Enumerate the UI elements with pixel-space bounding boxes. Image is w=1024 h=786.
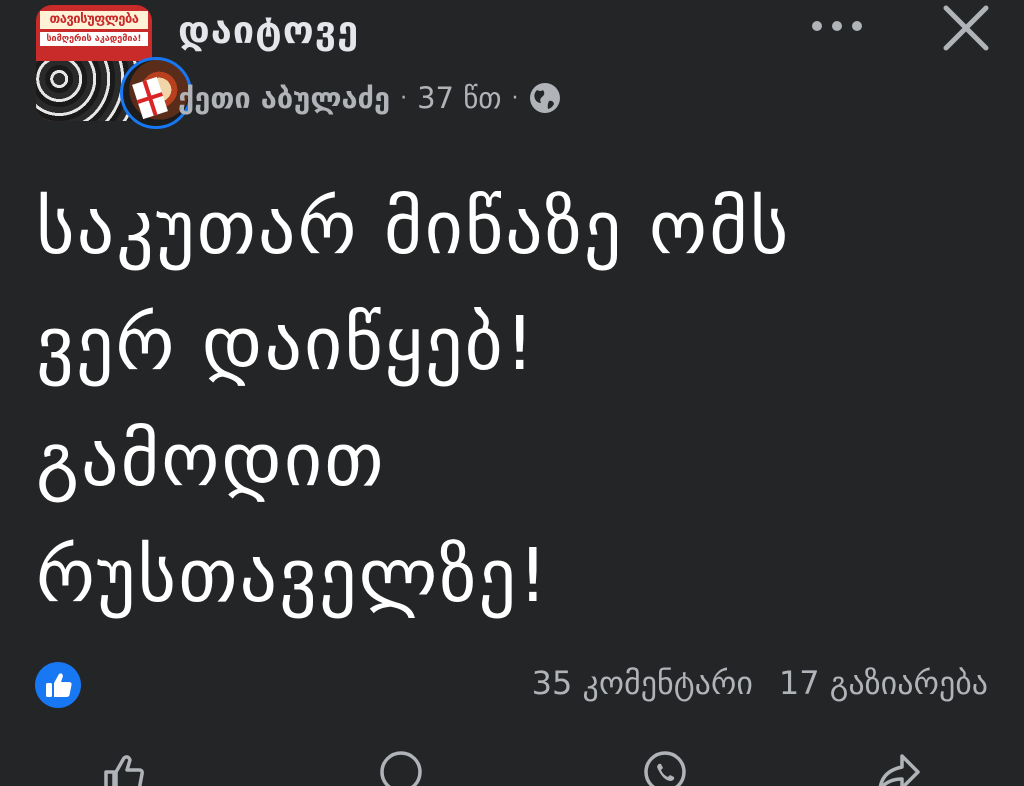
meta-separator: · [511, 85, 519, 111]
meta-separator: · [400, 85, 408, 111]
like-icon[interactable] [98, 748, 148, 786]
group-avatar-title: თავისუფლება [40, 11, 148, 29]
post-text-line: საკუთარ მიწაზე ომს [36, 185, 791, 271]
shares-count[interactable]: 17 გაზიარება [779, 664, 988, 702]
flag-image [132, 76, 168, 120]
author-name[interactable]: ქეთი აბულაძე [178, 81, 390, 115]
post-text-line: ვერ დაიწყებ! [36, 301, 537, 387]
post-time[interactable]: 37 წთ [417, 81, 501, 115]
avatar-group[interactable]: თავისუფლება სიმღერის აკადემია! [36, 5, 192, 129]
post-text-line: რუსთაველზე! [36, 533, 550, 619]
post-viewer: თავისუფლება სიმღერის აკადემია! დაიტოვე ქ… [0, 0, 1024, 786]
post-meta: ქეთი აბულაძე · 37 წთ · [178, 78, 562, 118]
group-name[interactable]: დაიტოვე [178, 8, 359, 52]
globe-icon[interactable] [528, 81, 562, 115]
whatsapp-icon[interactable] [640, 748, 690, 786]
like-icon[interactable] [34, 661, 82, 709]
group-avatar-subtitle: სიმღერის აკადემია! [40, 32, 148, 46]
comment-icon[interactable] [376, 748, 426, 786]
comments-count[interactable]: 35 კომენტარი [532, 664, 753, 702]
post-text-line: გამოდით [36, 417, 386, 503]
close-icon[interactable] [940, 2, 992, 54]
share-icon[interactable] [874, 748, 924, 786]
more-horizontal-icon[interactable] [808, 12, 866, 40]
post-text: საკუთარ მიწაზე ომს ვერ დაიწყებ! გამოდით … [36, 170, 976, 634]
engagement-counts: 35 კომენტარი 17 გაზიარება [532, 664, 988, 702]
